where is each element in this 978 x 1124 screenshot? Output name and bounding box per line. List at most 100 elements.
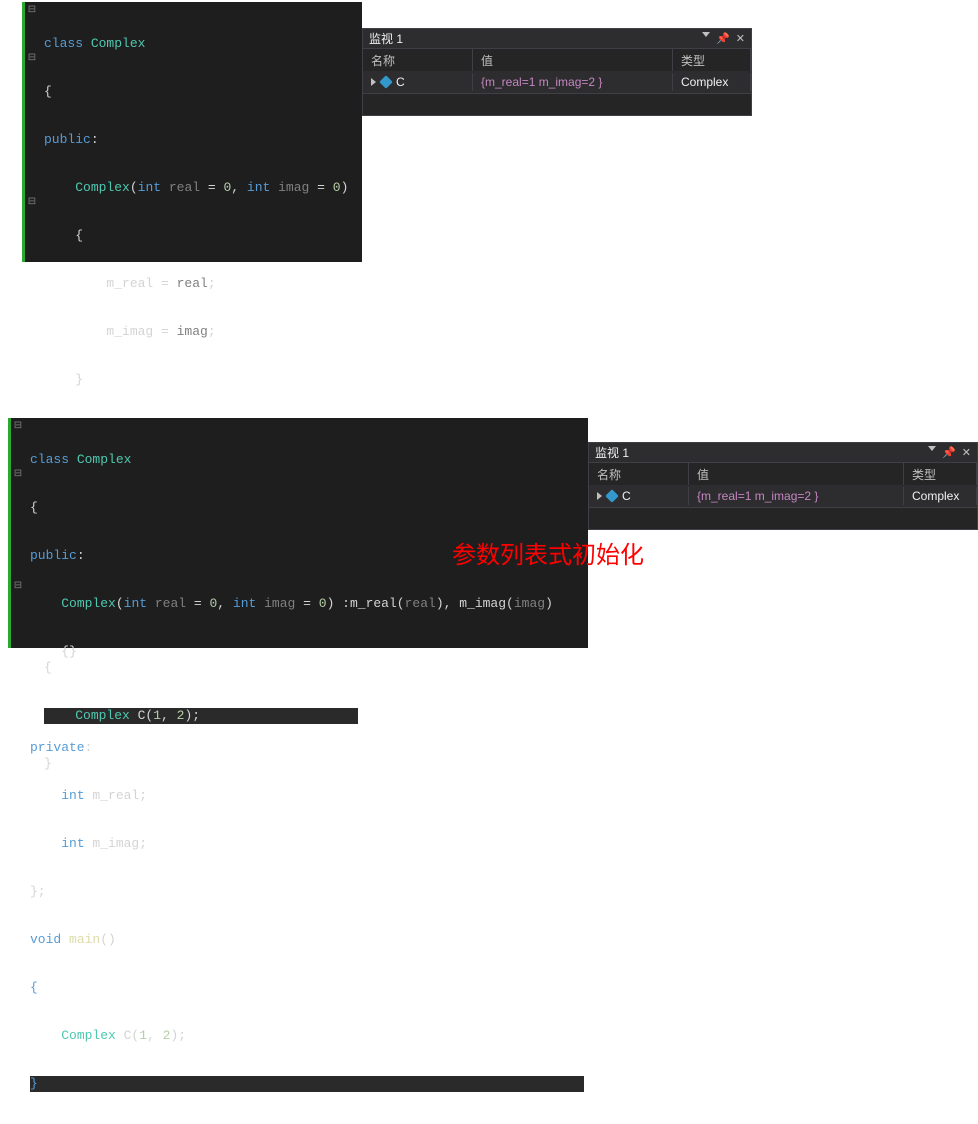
brace: { bbox=[44, 228, 358, 244]
watch-window-2[interactable]: 监视 1 📌 ✕ 名称 值 类型 C {m_real=1 m_imag=2 } … bbox=[588, 442, 978, 530]
pin-icon[interactable]: 📌 bbox=[716, 32, 730, 45]
watch-titlebar[interactable]: 监视 1 📌 ✕ bbox=[363, 29, 751, 49]
expand-icon[interactable] bbox=[597, 492, 602, 500]
watch-title: 监视 1 bbox=[595, 444, 928, 461]
watch-empty-row[interactable] bbox=[363, 93, 751, 115]
object-icon bbox=[605, 489, 619, 503]
eq: = bbox=[309, 180, 332, 195]
type: Complex bbox=[75, 708, 130, 723]
expand-icon[interactable] bbox=[371, 78, 376, 86]
brace: } bbox=[44, 372, 358, 388]
gutter: ⊟ ⊟ ⊟ bbox=[22, 2, 40, 262]
brace: }; bbox=[30, 884, 584, 900]
col-value-header[interactable]: 值 bbox=[473, 49, 673, 71]
col-type-header[interactable]: 类型 bbox=[904, 463, 977, 485]
var-name: C bbox=[622, 489, 631, 503]
fold-icon[interactable]: ⊟ bbox=[13, 418, 23, 434]
watch-title: 监视 1 bbox=[369, 30, 702, 47]
watch-row[interactable]: C {m_real=1 m_imag=2 } Complex bbox=[589, 485, 977, 507]
col-type-header[interactable]: 类型 bbox=[673, 49, 751, 71]
fn: main bbox=[61, 932, 100, 947]
keyword: private bbox=[30, 740, 85, 755]
stmt: m_real = bbox=[44, 276, 177, 291]
param: real bbox=[177, 276, 208, 291]
paren: () bbox=[100, 932, 116, 947]
dropdown-icon[interactable] bbox=[928, 446, 936, 451]
col-name-header[interactable]: 名称 bbox=[363, 49, 473, 71]
semi: ; bbox=[208, 276, 216, 291]
comma: , bbox=[147, 1028, 163, 1043]
watch-window-1[interactable]: 监视 1 📌 ✕ 名称 值 类型 C {m_real=1 m_imag=2 } … bbox=[362, 28, 752, 116]
blank bbox=[30, 692, 584, 708]
indent bbox=[44, 708, 75, 723]
paren: ( bbox=[506, 596, 514, 611]
paren: ( bbox=[397, 596, 405, 611]
code-editor-1[interactable]: ⊟ ⊟ ⊟ class Complex { public: Complex(in… bbox=[22, 2, 362, 262]
comma: , bbox=[231, 180, 247, 195]
var-value: {m_real=1 m_imag=2 } bbox=[689, 487, 904, 505]
var-type: Complex bbox=[673, 73, 751, 91]
brace: { bbox=[44, 84, 358, 100]
type: Complex bbox=[77, 452, 132, 467]
number: 1 bbox=[139, 1028, 147, 1043]
param: imag bbox=[264, 596, 295, 611]
type-kw: int bbox=[233, 596, 256, 611]
watch-empty-row[interactable] bbox=[589, 507, 977, 529]
keyword: public bbox=[44, 132, 91, 147]
eq: = bbox=[200, 180, 223, 195]
var: C( bbox=[130, 708, 153, 723]
keyword: public bbox=[30, 548, 77, 563]
number: 2 bbox=[177, 708, 185, 723]
var: C( bbox=[116, 1028, 139, 1043]
paren: ) bbox=[545, 596, 553, 611]
stmt: m_imag = bbox=[44, 324, 177, 339]
member: m_imag; bbox=[85, 836, 147, 851]
watch-row[interactable]: C {m_real=1 m_imag=2 } Complex bbox=[363, 71, 751, 93]
var-name: C bbox=[396, 75, 405, 89]
current-line: } bbox=[30, 1076, 584, 1092]
code-area[interactable]: class Complex { public: Complex(int real… bbox=[40, 2, 362, 262]
fold-icon[interactable]: ⊟ bbox=[13, 578, 23, 594]
member: m_real; bbox=[85, 788, 147, 803]
dropdown-icon[interactable] bbox=[702, 32, 710, 37]
number: 2 bbox=[163, 1028, 171, 1043]
param: imag bbox=[177, 324, 208, 339]
paren: ), bbox=[436, 596, 459, 611]
ctor: Complex bbox=[75, 180, 130, 195]
init: m_real bbox=[350, 596, 397, 611]
fold-icon[interactable]: ⊟ bbox=[27, 2, 37, 18]
type: Complex bbox=[61, 1028, 116, 1043]
annotation-text: 参数列表式初始化 bbox=[452, 535, 644, 570]
fold-icon[interactable]: ⊟ bbox=[27, 50, 37, 66]
param: real bbox=[155, 596, 186, 611]
watch-header: 名称 值 类型 bbox=[589, 463, 977, 485]
keyword: class bbox=[44, 36, 83, 51]
pin-icon[interactable]: 📌 bbox=[942, 446, 956, 459]
punct: : bbox=[85, 740, 93, 755]
col-name-header[interactable]: 名称 bbox=[589, 463, 689, 485]
type: Complex bbox=[91, 36, 146, 51]
code-area[interactable]: class Complex { public: Complex(int real… bbox=[26, 418, 588, 648]
close-icon[interactable]: ✕ bbox=[962, 446, 971, 459]
col-value-header[interactable]: 值 bbox=[689, 463, 904, 485]
brace: { bbox=[30, 500, 584, 516]
close-icon[interactable]: ✕ bbox=[736, 32, 745, 45]
fold-icon[interactable]: ⊟ bbox=[13, 466, 23, 482]
fold-icon[interactable]: ⊟ bbox=[27, 194, 37, 210]
eq: = bbox=[186, 596, 209, 611]
object-icon bbox=[379, 75, 393, 89]
param: real bbox=[169, 180, 200, 195]
type-kw: int bbox=[247, 180, 270, 195]
punct: : bbox=[91, 132, 99, 147]
param: imag bbox=[514, 596, 545, 611]
var-value: {m_real=1 m_imag=2 } bbox=[473, 73, 673, 91]
param: imag bbox=[278, 180, 309, 195]
watch-titlebar[interactable]: 监视 1 📌 ✕ bbox=[589, 443, 977, 463]
init: m_imag bbox=[459, 596, 506, 611]
brace: { bbox=[30, 980, 584, 996]
number: 0 bbox=[333, 180, 341, 195]
number: 0 bbox=[319, 596, 327, 611]
code-editor-2[interactable]: ⊟ ⊟ ⊟ class Complex { public: Complex(in… bbox=[8, 418, 588, 648]
semi: ; bbox=[208, 324, 216, 339]
ctor: Complex bbox=[61, 596, 116, 611]
